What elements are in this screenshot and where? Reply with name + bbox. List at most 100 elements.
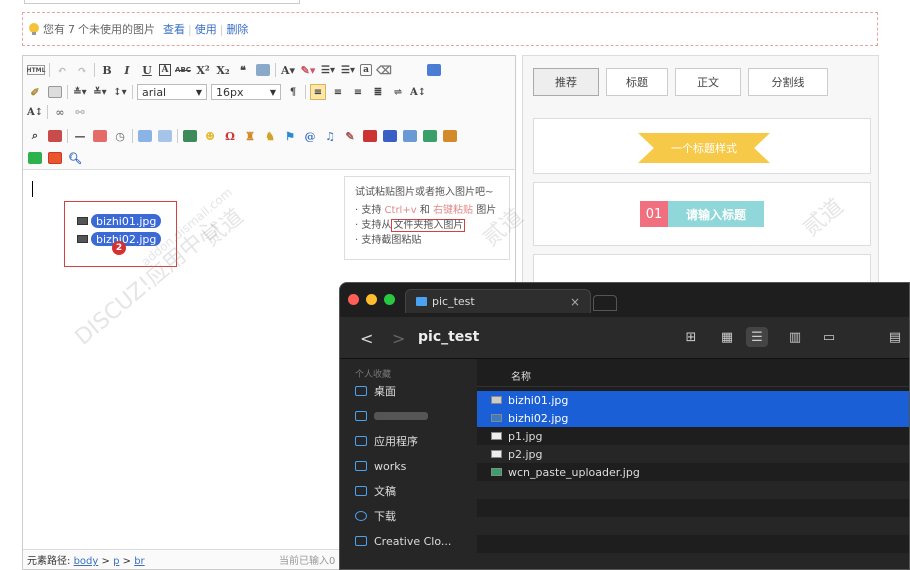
template-icon[interactable] — [47, 128, 63, 144]
ordered-list-icon[interactable]: ☰▾ — [320, 62, 336, 78]
format-painter-icon[interactable]: ✐ — [27, 84, 43, 100]
paste-icon[interactable] — [422, 128, 438, 144]
justify-right-icon[interactable]: ≡ — [350, 84, 366, 100]
close-window-button[interactable] — [348, 294, 359, 305]
draft-icon[interactable] — [382, 128, 398, 144]
font-size-select[interactable]: 16px ▼ — [211, 84, 281, 100]
anchor-icon[interactable]: ♞ — [262, 128, 278, 144]
music-icon[interactable]: @ — [302, 128, 318, 144]
file-chip[interactable]: bizhi02.jpg — [91, 232, 162, 246]
row-spacing-top-icon[interactable]: ≛▾ — [72, 84, 88, 100]
attachment-icon[interactable]: ♫ — [322, 128, 338, 144]
group-icon[interactable]: ▤ — [884, 327, 906, 347]
sidebar-item-downloads[interactable]: 下载 — [355, 507, 396, 525]
select-all-icon[interactable]: a — [360, 64, 372, 76]
row-spacing-bottom-icon[interactable]: ≚▾ — [92, 84, 108, 100]
wechat-icon[interactable] — [27, 150, 43, 166]
tab-recommend[interactable]: 推荐 — [533, 68, 599, 96]
file-row[interactable]: wcn_paste_uploader.jpg — [477, 463, 909, 481]
file-chip[interactable]: bizhi01.jpg — [91, 214, 162, 228]
tab-body[interactable]: 正文 — [675, 68, 741, 96]
file-row[interactable]: bizhi01.jpg — [477, 391, 909, 409]
view-link[interactable]: 查看 — [163, 21, 185, 37]
style-card[interactable]: 01 请输入标题 — [533, 182, 871, 246]
delete-link[interactable]: 删除 — [226, 21, 248, 37]
merge-icon[interactable] — [157, 128, 173, 144]
bold-icon[interactable]: B — [99, 62, 115, 78]
code-icon[interactable]: ⚑ — [282, 128, 298, 144]
sidebar-item-desktop[interactable]: 桌面 — [355, 382, 396, 400]
text-direction-icon[interactable]: ⇌ — [390, 84, 406, 100]
clean-doc-icon[interactable] — [47, 84, 63, 100]
path-item-body[interactable]: body — [74, 556, 99, 567]
unlink-icon[interactable]: ⚯ — [72, 104, 88, 120]
font-scale-icon[interactable]: A↕ — [27, 104, 43, 120]
new-tab-button[interactable] — [593, 295, 617, 311]
gallery-view-icon[interactable]: ▭ — [818, 327, 840, 347]
underline-icon[interactable]: U — [139, 62, 155, 78]
video-icon[interactable]: ✎ — [342, 128, 358, 144]
insert-frame-icon[interactable] — [402, 128, 418, 144]
emotion-icon[interactable]: ☻ — [202, 128, 218, 144]
column-view-icon[interactable]: ▥ — [784, 327, 806, 347]
justify-justify-icon[interactable]: ≣ — [370, 84, 386, 100]
html-icon[interactable]: HTML — [27, 65, 45, 75]
file-row[interactable]: p1.jpg — [477, 427, 909, 445]
minimize-window-button[interactable] — [366, 294, 377, 305]
unordered-list-icon[interactable]: ☰▾ — [340, 62, 356, 78]
strikethrough-icon[interactable]: ABC — [175, 62, 191, 78]
clear-format-icon[interactable]: ⌫ — [376, 62, 392, 78]
subscript-icon[interactable]: X₂ — [215, 62, 231, 78]
table-icon[interactable] — [137, 128, 153, 144]
horizontal-rule-icon[interactable]: — — [72, 128, 88, 144]
font-family-select[interactable]: arial ▼ — [137, 84, 207, 100]
sidebar-item-applications[interactable]: 应用程序 — [355, 432, 418, 450]
back-button[interactable]: < — [360, 329, 373, 348]
font-border-icon[interactable]: A — [159, 64, 171, 76]
list-view-icon[interactable]: ☰ — [746, 327, 768, 347]
font-scale-icon[interactable]: A↕ — [410, 84, 426, 100]
paste-plain-icon[interactable] — [255, 62, 271, 78]
link-icon[interactable]: ∞ — [52, 104, 68, 120]
file-row[interactable]: p2.jpg — [477, 445, 909, 463]
magnifier-icon[interactable]: 🔍︎ — [67, 150, 83, 166]
save-icon[interactable] — [362, 128, 378, 144]
new-folder-icon[interactable]: ⊞ — [680, 327, 702, 347]
icon-view-icon[interactable]: ▦ — [716, 327, 738, 347]
use-link[interactable]: 使用 — [195, 21, 217, 37]
paste-uploader-icon[interactable] — [47, 150, 63, 166]
justify-left-icon[interactable]: ≡ — [310, 84, 326, 100]
column-header[interactable]: 名称 — [477, 359, 909, 387]
search-replace-icon[interactable]: ⌕ — [27, 128, 43, 144]
finder-tab[interactable]: pic_test × — [405, 289, 591, 313]
file-row[interactable]: bizhi02.jpg — [477, 409, 909, 427]
blockquote-icon[interactable]: ❝ — [235, 62, 251, 78]
sidebar-item-home[interactable] — [355, 407, 428, 425]
sidebar-item-works[interactable]: works — [355, 457, 406, 475]
special-char-icon[interactable]: Ω — [222, 128, 238, 144]
preview-icon[interactable] — [426, 62, 442, 78]
image-icon[interactable] — [182, 128, 198, 144]
justify-center-icon[interactable]: ≡ — [330, 84, 346, 100]
zoom-window-button[interactable] — [384, 294, 395, 305]
close-tab-icon[interactable]: × — [570, 295, 580, 309]
undo-icon[interactable]: ↶ — [54, 62, 70, 78]
forecolor-icon[interactable]: A▾ — [280, 62, 296, 78]
date-icon[interactable] — [92, 128, 108, 144]
tab-heading[interactable]: 标题 — [606, 68, 668, 96]
path-item-p[interactable]: p — [113, 556, 119, 567]
line-height-icon[interactable]: ↕▾ — [112, 84, 128, 100]
path-item-br[interactable]: br — [134, 556, 144, 567]
superscript-icon[interactable]: X² — [195, 62, 211, 78]
backcolor-icon[interactable]: ✎▾ — [300, 62, 316, 78]
time-icon[interactable]: ◷ — [112, 128, 128, 144]
zoom-icon[interactable] — [442, 128, 458, 144]
sidebar-item-creative-cloud[interactable]: Creative Clo... — [355, 532, 451, 550]
tab-divider[interactable]: 分割线 — [748, 68, 828, 96]
sidebar-item-documents[interactable]: 文稿 — [355, 482, 396, 500]
forward-button[interactable]: > — [392, 329, 405, 348]
italic-icon[interactable]: I — [119, 62, 135, 78]
map-icon[interactable]: ♜ — [242, 128, 258, 144]
redo-icon[interactable]: ↷ — [74, 62, 90, 78]
paragraph-icon[interactable]: ¶ — [285, 84, 301, 100]
